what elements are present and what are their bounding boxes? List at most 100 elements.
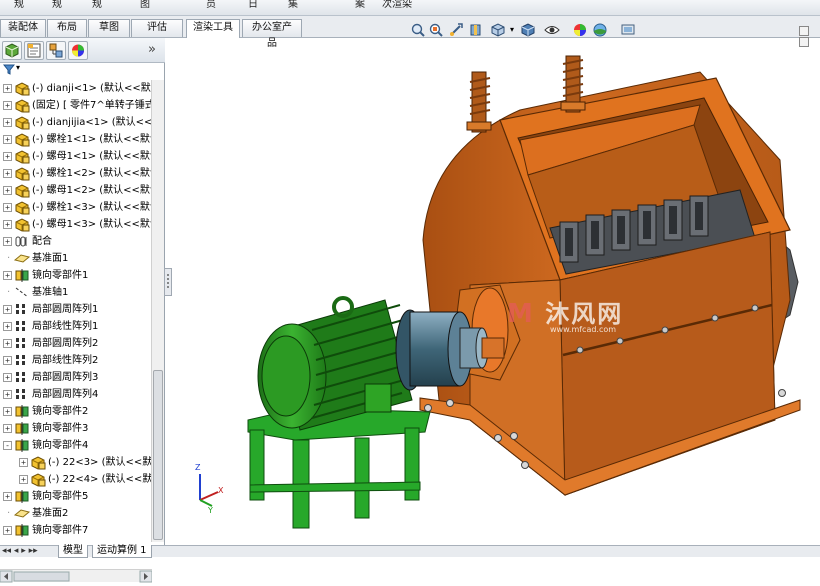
view-orientation-icon[interactable] <box>490 22 506 38</box>
mirror-icon <box>14 438 30 453</box>
hide-show-icon[interactable] <box>544 22 560 38</box>
tree-connector: · <box>7 253 11 264</box>
tab-office-products[interactable]: 办公室产品 <box>242 19 302 49</box>
filter-icon[interactable] <box>2 64 16 78</box>
tree-item[interactable]: · 基准面1 <box>0 250 152 267</box>
tree-item[interactable]: + 局部圆周阵列2 <box>0 335 152 352</box>
tree-item[interactable]: + (-) 螺母1<1> (默认<<默认 <box>0 148 152 165</box>
tree-item-label: 局部圆周阵列4 <box>32 389 99 400</box>
tree-item-label: (-) 螺母1<3> (默认<<默认 <box>32 219 152 230</box>
zoom-area-icon[interactable] <box>428 22 444 38</box>
edit-appearance-icon[interactable] <box>572 22 588 38</box>
restore-icon[interactable] <box>799 26 809 36</box>
expand-icon[interactable]: + <box>3 203 12 212</box>
expand-icon[interactable]: + <box>3 407 12 416</box>
ribbon-fragment: 图 <box>140 0 150 10</box>
tree-item[interactable]: + 配合 <box>0 233 152 250</box>
tree-item[interactable]: + 局部线性阵列1 <box>0 318 152 335</box>
expand-icon[interactable]: + <box>19 475 28 484</box>
section-view-icon[interactable] <box>468 22 484 38</box>
tree-item[interactable]: + 镜向零部件3 <box>0 420 152 437</box>
tree-item[interactable]: - 镜向零部件4 <box>0 437 152 454</box>
tree-item[interactable]: + 局部圆周阵列3 <box>0 369 152 386</box>
expand-icon[interactable]: + <box>3 373 12 382</box>
tab-evaluate[interactable]: 评估 <box>131 19 183 37</box>
expand-icon[interactable]: + <box>3 492 12 501</box>
tab-nav-arrows[interactable]: ◂◂ ◂ ▸ ▸▸ <box>2 546 38 556</box>
part-icon <box>14 98 30 113</box>
propertymanager-icon[interactable] <box>24 41 44 60</box>
tree-item[interactable]: · 基准轴1 <box>0 284 152 301</box>
tree-item[interactable]: + 局部线性阵列2 <box>0 352 152 369</box>
part-icon <box>14 132 30 147</box>
tree-horizontal-scrollbar[interactable] <box>0 569 153 583</box>
tree-item[interactable]: + (-) dianjijia<1> (默认<<默 <box>0 114 152 131</box>
expand-icon[interactable]: + <box>3 186 12 195</box>
expand-icon[interactable]: + <box>3 118 12 127</box>
tree-item[interactable]: + 镜向零部件2 <box>0 403 152 420</box>
tree-item[interactable]: + (-) 螺母1<3> (默认<<默认 <box>0 216 152 233</box>
apply-scene-icon[interactable] <box>592 22 608 38</box>
pattern-icon <box>14 387 30 402</box>
previous-view-icon[interactable] <box>448 22 464 38</box>
expand-icon[interactable]: + <box>19 458 28 467</box>
tree-item[interactable]: + 镜向零部件1 <box>0 267 152 284</box>
tree-item[interactable]: + (-) 螺栓1<1> (默认<<默认 <box>0 131 152 148</box>
tree-item[interactable]: + (固定) [ 零件7^单转子锤式 <box>0 97 152 114</box>
tree-item[interactable]: + 局部圆周阵列1 <box>0 301 152 318</box>
tree-item[interactable]: + (-) 螺栓1<3> (默认<<默认 <box>0 199 152 216</box>
zoom-to-fit-icon[interactable] <box>410 22 426 38</box>
tab-assembly[interactable]: 装配体 <box>0 19 46 37</box>
tree-item[interactable]: + (-) 螺母1<2> (默认<<默认 <box>0 182 152 199</box>
expand-icon[interactable]: + <box>3 322 12 331</box>
triad-x-label: X <box>218 486 224 495</box>
expand-icon[interactable]: + <box>3 169 12 178</box>
tree-scrollbar[interactable] <box>151 80 164 542</box>
spring-left <box>466 71 492 133</box>
tree-item[interactable]: + 局部圆周阵列4 <box>0 386 152 403</box>
chevron-down-icon[interactable]: ▾ <box>510 22 520 38</box>
expand-icon[interactable]: + <box>3 135 12 144</box>
tab-render-tools[interactable]: 渲染工具 <box>186 19 240 38</box>
display-style-icon[interactable] <box>520 22 536 38</box>
tree-item[interactable]: · 基准面2 <box>0 505 152 522</box>
displaymanager-icon[interactable] <box>68 41 88 60</box>
tree-item[interactable]: + (-) dianji<1> (默认<<默认 <box>0 80 152 97</box>
view-settings-icon[interactable] <box>620 22 636 38</box>
graphics-viewport[interactable]: M 沐风网 www.mfcad.com Z X Y <box>172 40 820 545</box>
tab-motion-study[interactable]: 运动算例 1 <box>92 545 152 558</box>
expand-icon[interactable]: + <box>3 305 12 314</box>
expand-icon[interactable]: + <box>3 84 12 93</box>
mirror-icon <box>14 421 30 436</box>
collapse-icon[interactable]: - <box>3 441 12 450</box>
panel-splitter[interactable] <box>164 268 172 296</box>
expand-icon[interactable]: + <box>3 101 12 110</box>
expand-icon[interactable]: + <box>3 271 12 280</box>
tab-sketch[interactable]: 草图 <box>88 19 130 37</box>
configurationmanager-icon[interactable] <box>46 41 66 60</box>
tree-item[interactable]: + 镜向零部件5 <box>0 488 152 505</box>
tree-item[interactable]: + (-) 22<4> (默认<<默认 <box>0 471 152 488</box>
expand-icon[interactable]: + <box>3 356 12 365</box>
scroll-thumb[interactable] <box>153 370 163 540</box>
featuremanager-icon[interactable] <box>2 41 22 60</box>
expand-icon[interactable]: + <box>3 220 12 229</box>
tree-item[interactable]: + (-) 螺栓1<2> (默认<<默认 <box>0 165 152 182</box>
expand-icon[interactable]: + <box>3 424 12 433</box>
tab-model[interactable]: 模型 <box>58 545 88 558</box>
tree-item-label: 局部线性阵列2 <box>32 355 99 366</box>
expand-panel-icon[interactable]: » <box>148 42 156 57</box>
tab-layout[interactable]: 布局 <box>47 19 87 37</box>
chevron-down-icon[interactable]: ▾ <box>16 63 20 72</box>
spring-right <box>560 55 586 113</box>
mirror-icon <box>14 268 30 283</box>
expand-icon[interactable]: + <box>3 152 12 161</box>
tree-item[interactable]: + 镜向零部件7 <box>0 522 152 539</box>
tree-item[interactable]: + (-) 22<3> (默认<<默认 <box>0 454 152 471</box>
expand-icon[interactable]: + <box>3 237 12 246</box>
expand-icon[interactable]: + <box>3 339 12 348</box>
expand-icon[interactable]: + <box>3 390 12 399</box>
expand-icon[interactable]: + <box>3 526 12 535</box>
part-icon <box>14 81 30 96</box>
part-icon <box>14 217 30 232</box>
